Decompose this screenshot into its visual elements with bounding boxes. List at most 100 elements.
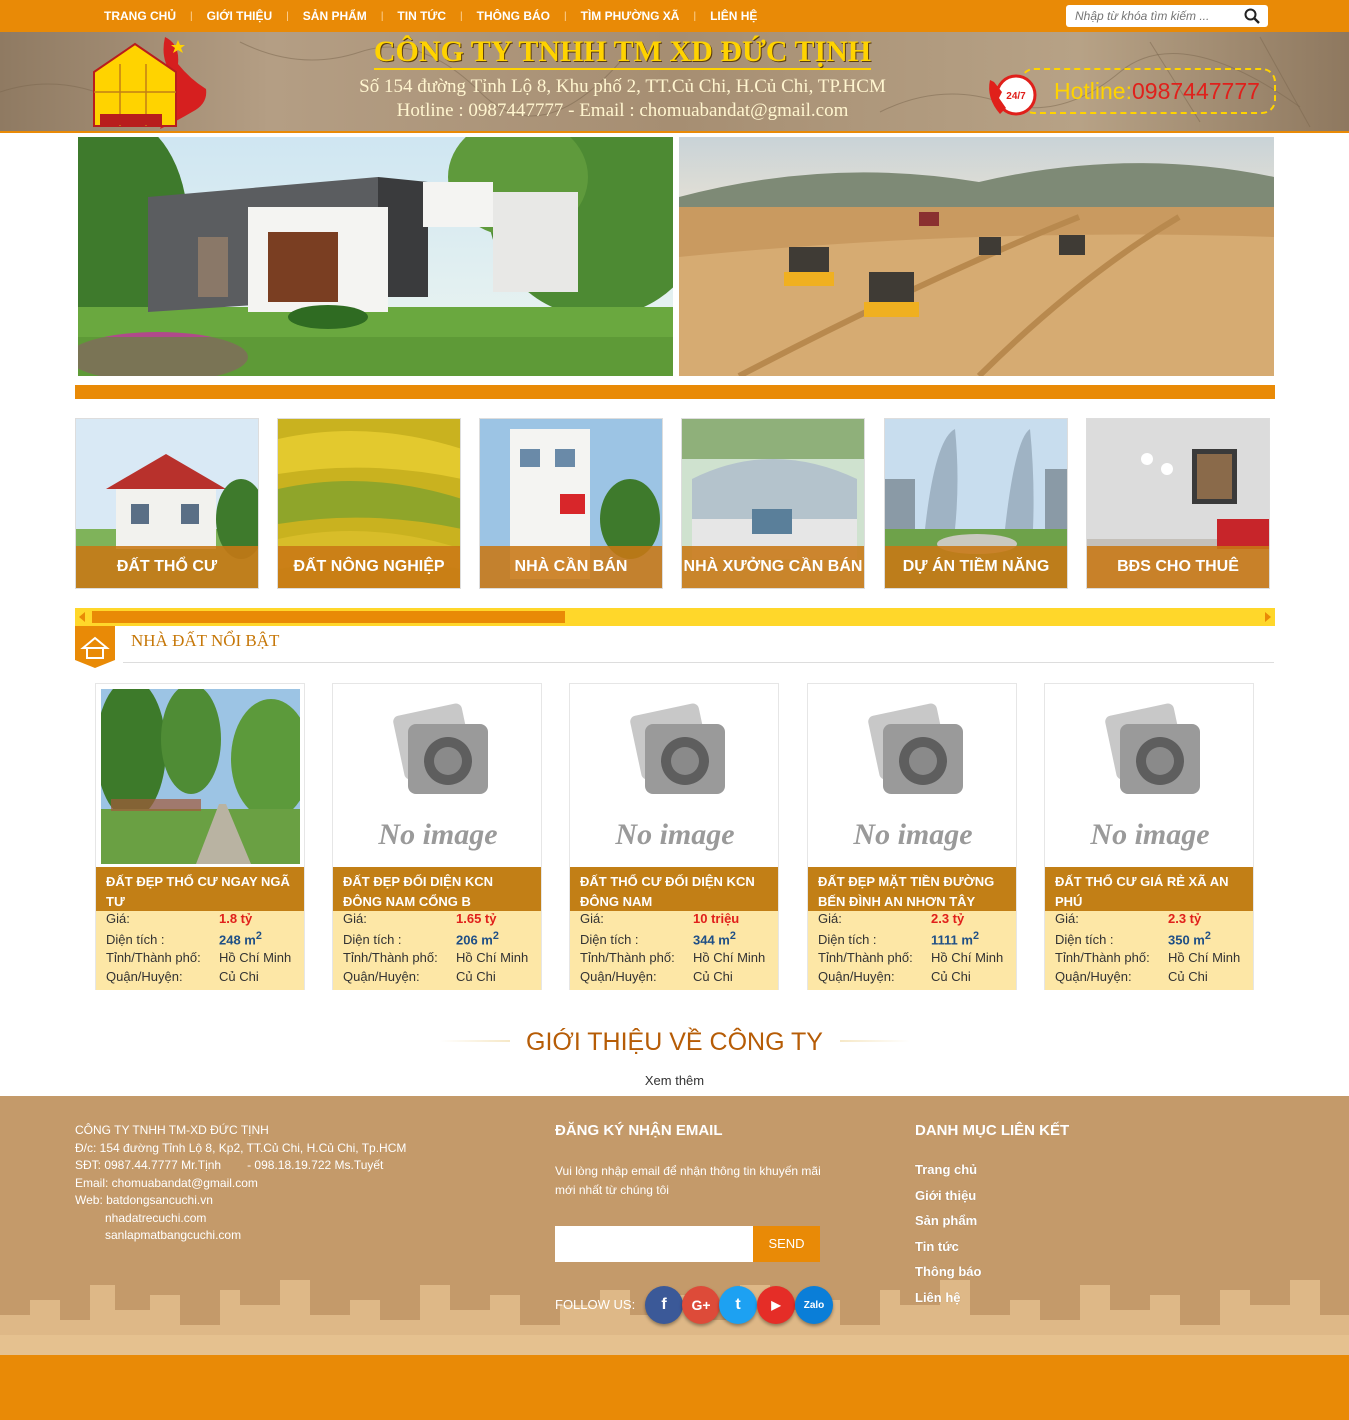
district-row: Quận/Huyện: Củ Chi xyxy=(580,969,733,984)
nav-menu: TRANG CHỦ | GIỚI THIỆU | SẢN PHẨM | TIN TỨC… xyxy=(90,0,771,32)
home-section-icon xyxy=(75,626,115,668)
footer-website[interactable]: Web: batdongsancuchi.vn xyxy=(75,1192,406,1210)
nav-item-news[interactable]: TIN TỨC xyxy=(383,9,460,23)
footer-link-news[interactable]: Tin tức xyxy=(915,1239,1069,1254)
hero-house-image xyxy=(78,137,673,376)
price-row: Giá: 2.3 tỷ xyxy=(818,911,964,926)
property-card[interactable]: No image ĐẤT THỔ CƯ ĐỐI DIỆN KCN ĐÔNG NA… xyxy=(569,683,779,990)
footer-link-about[interactable]: Giới thiệu xyxy=(915,1188,1069,1203)
city-label: Tỉnh/Thành phố: xyxy=(818,950,913,965)
footer-website-3[interactable]: sanlapmatbangcuchi.com xyxy=(75,1227,406,1245)
bottom-bar xyxy=(0,1355,1349,1420)
category-label: DỰ ÁN TIỀM NĂNG xyxy=(885,546,1067,588)
property-title: ĐẤT ĐẸP THỔ CƯ NGAY NGÃ TƯ xyxy=(96,867,304,911)
category-agricultural-land[interactable]: ĐẤT NÔNG NGHIỆP xyxy=(277,418,461,589)
no-image-placeholder: No image xyxy=(813,689,1012,864)
district-row: Quận/Huyện: Củ Chi xyxy=(818,969,971,984)
hotline-phone-icon: 24/7 xyxy=(989,74,1037,116)
category-label: NHÀ XƯỞNG CẦN BÁN xyxy=(682,546,864,588)
price-label: Giá: xyxy=(106,911,130,926)
area-row: Diện tích : 248 m2 xyxy=(106,930,262,947)
newsletter-description: Vui lòng nhập email để nhận thông tin kh… xyxy=(555,1164,821,1197)
price-label: Giá: xyxy=(343,911,367,926)
scroll-right-arrow-icon[interactable] xyxy=(1265,612,1271,622)
facebook-icon[interactable]: f xyxy=(645,1286,683,1324)
youtube-icon[interactable]: ▶ xyxy=(757,1286,795,1324)
city-label: Tỉnh/Thành phố: xyxy=(580,950,675,965)
newsletter-email-input[interactable] xyxy=(555,1226,753,1262)
district-value: Củ Chi xyxy=(219,969,259,984)
price-label: Giá: xyxy=(1055,911,1079,926)
property-card[interactable]: No image ĐẤT ĐẸP ĐỐI DIỆN KCN ĐÔNG NAM C… xyxy=(332,683,542,990)
district-row: Quận/Huyện: Củ Chi xyxy=(106,969,259,984)
area-label: Diện tích : xyxy=(818,932,877,948)
see-more-link[interactable]: Xem thêm xyxy=(0,1073,1349,1088)
search-input[interactable] xyxy=(1066,5,1236,27)
property-title: ĐẤT THỔ CƯ ĐỐI DIỆN KCN ĐÔNG NAM xyxy=(570,867,778,911)
district-label: Quận/Huyện: xyxy=(106,969,183,984)
footer-link-home[interactable]: Trang chủ xyxy=(915,1162,1069,1177)
district-label: Quận/Huyện: xyxy=(580,969,657,984)
nav-item-home[interactable]: TRANG CHỦ xyxy=(90,9,190,23)
city-value: Hồ Chí Minh xyxy=(1168,950,1241,965)
property-title: ĐẤT ĐẸP MẶT TIỀN ĐƯỜNG BẾN ĐÌNH AN NHƠN … xyxy=(808,867,1016,911)
footer-link-products[interactable]: Sản phẩm xyxy=(915,1213,1069,1228)
price-value: 1.65 tỷ xyxy=(456,911,497,926)
price-value: 2.3 tỷ xyxy=(1168,911,1202,926)
property-card[interactable]: No image ĐẤT ĐẸP MẶT TIỀN ĐƯỜNG BẾN ĐÌNH… xyxy=(807,683,1017,990)
district-value: Củ Chi xyxy=(456,969,496,984)
nav-item-about[interactable]: GIỚI THIỆU xyxy=(193,9,287,23)
area-value: 1111 m2 xyxy=(931,930,979,948)
category-potential-projects[interactable]: DỰ ÁN TIỀM NĂNG xyxy=(884,418,1068,589)
twitter-icon[interactable]: t xyxy=(719,1286,757,1324)
property-card[interactable]: No image ĐẤT THỔ CƯ GIÁ RẺ XÃ AN PHÚ Giá… xyxy=(1044,683,1254,990)
city-label: Tỉnh/Thành phố: xyxy=(1055,950,1150,965)
footer-link-contact[interactable]: Liên hệ xyxy=(915,1290,1069,1305)
no-image-placeholder: No image xyxy=(338,689,537,864)
zalo-icon[interactable]: Zalo xyxy=(795,1286,833,1324)
footer-link-announcements[interactable]: Thông báo xyxy=(915,1264,1069,1279)
nav-item-products[interactable]: SẢN PHẨM xyxy=(289,9,381,23)
city-row: Tỉnh/Thành phố: Hồ Chí Minh xyxy=(818,950,1003,965)
property-info: Giá: 1.65 tỷ Diện tích : 206 m2 Tỉnh/Thành… xyxy=(333,911,541,990)
scroll-thumb[interactable] xyxy=(92,611,565,623)
nav-item-contact[interactable]: LIÊN HỆ xyxy=(696,9,771,23)
footer-address: Đ/c: 154 đường Tỉnh Lộ 8, Kp2, TT.Củ Chi… xyxy=(75,1140,407,1155)
area-row: Diện tích : 344 m2 xyxy=(580,930,736,947)
district-value: Củ Chi xyxy=(1168,969,1208,984)
category-houses-for-sale[interactable]: NHÀ CẦN BÁN xyxy=(479,418,663,589)
hero-slider[interactable] xyxy=(78,137,1274,376)
property-info: Giá: 2.3 tỷ Diện tích : 1111 m2 Tỉnh/Thành… xyxy=(808,911,1016,990)
google-plus-icon[interactable]: G+ xyxy=(682,1286,720,1324)
no-image-placeholder: No image xyxy=(575,689,774,864)
category-label: ĐẤT NÔNG NGHIỆP xyxy=(278,546,460,588)
price-row: Giá: 2.3 tỷ xyxy=(1055,911,1201,926)
nav-item-find-ward[interactable]: TÌM PHƯỜNG XÃ xyxy=(567,9,694,23)
category-for-rent[interactable]: BĐS CHO THUÊ xyxy=(1086,418,1270,589)
nav-item-announcements[interactable]: THÔNG BÁO xyxy=(463,9,564,23)
area-value: 206 m2 xyxy=(456,930,499,948)
scroll-left-arrow-icon[interactable] xyxy=(79,612,85,622)
category-residential-land[interactable]: ĐẤT THỔ CƯ xyxy=(75,418,259,589)
footer-email: Email: chomuabandat@gmail.com xyxy=(75,1175,258,1190)
city-label: Tỉnh/Thành phố: xyxy=(343,950,438,965)
property-card[interactable]: ĐẤT ĐẸP THỔ CƯ NGAY NGÃ TƯ Giá: 1.8 tỷ Di… xyxy=(95,683,305,990)
newsletter-send-button[interactable]: SEND xyxy=(753,1226,820,1262)
city-value: Hồ Chí Minh xyxy=(693,950,766,965)
intro-section-title: GIỚI THIỆU VỀ CÔNG TY xyxy=(526,1028,823,1056)
area-row: Diện tích : 206 m2 xyxy=(343,930,499,947)
no-image-placeholder: No image xyxy=(1050,689,1249,864)
price-label: Giá: xyxy=(580,911,604,926)
section-divider xyxy=(123,662,1274,663)
category-factories-for-sale[interactable]: NHÀ XƯỞNG CẦN BÁN xyxy=(681,418,865,589)
footer-website-2[interactable]: nhadatrecuchi.com xyxy=(75,1210,406,1228)
area-value: 350 m2 xyxy=(1168,930,1211,948)
area-label: Diện tích : xyxy=(106,932,165,948)
area-value: 344 m2 xyxy=(693,930,736,948)
hotline[interactable]: Hotline:0987447777 xyxy=(1054,78,1260,105)
search-icon[interactable] xyxy=(1244,8,1260,24)
city-value: Hồ Chí Minh xyxy=(456,950,529,965)
category-scrollbar[interactable] xyxy=(75,608,1275,626)
footer-links: DANH MỤC LIÊN KẾT Trang chủ Giới thiệu S… xyxy=(915,1122,1069,1315)
divider-bar xyxy=(75,385,1275,399)
